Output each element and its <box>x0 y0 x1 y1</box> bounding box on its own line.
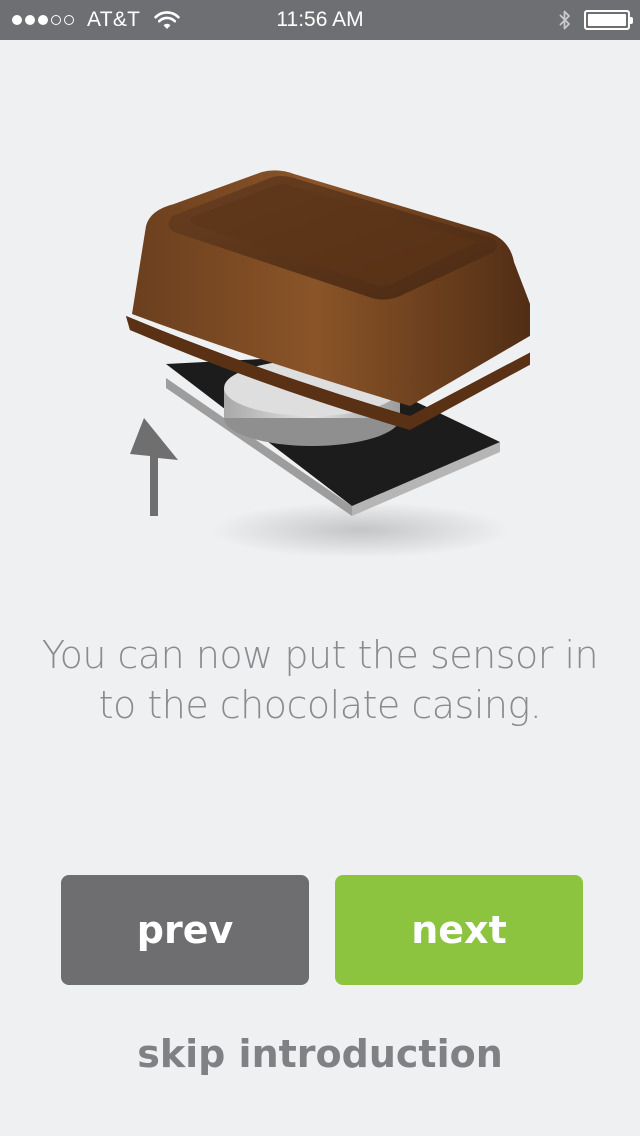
next-button[interactable]: next <box>335 875 583 985</box>
intro-message-line-2: to the chocolate casing. <box>98 683 542 727</box>
battery-cap <box>630 17 633 24</box>
prev-button[interactable]: prev <box>61 875 309 985</box>
intro-message-line-1: You can now put the sensor in <box>41 633 599 677</box>
status-time: 11:56 AM <box>276 8 364 31</box>
up-arrow <box>130 418 178 516</box>
status-right <box>558 0 633 40</box>
sensor-casing-illustration <box>110 160 550 580</box>
bluetooth-icon <box>558 9 572 31</box>
status-bar: AT&T 11:56 AM <box>0 0 640 40</box>
battery-fill <box>588 14 626 26</box>
intro-message: You can now put the sensor in to the cho… <box>0 630 640 730</box>
battery-icon <box>584 10 633 30</box>
skip-introduction-link[interactable]: skip introduction <box>0 1026 640 1082</box>
